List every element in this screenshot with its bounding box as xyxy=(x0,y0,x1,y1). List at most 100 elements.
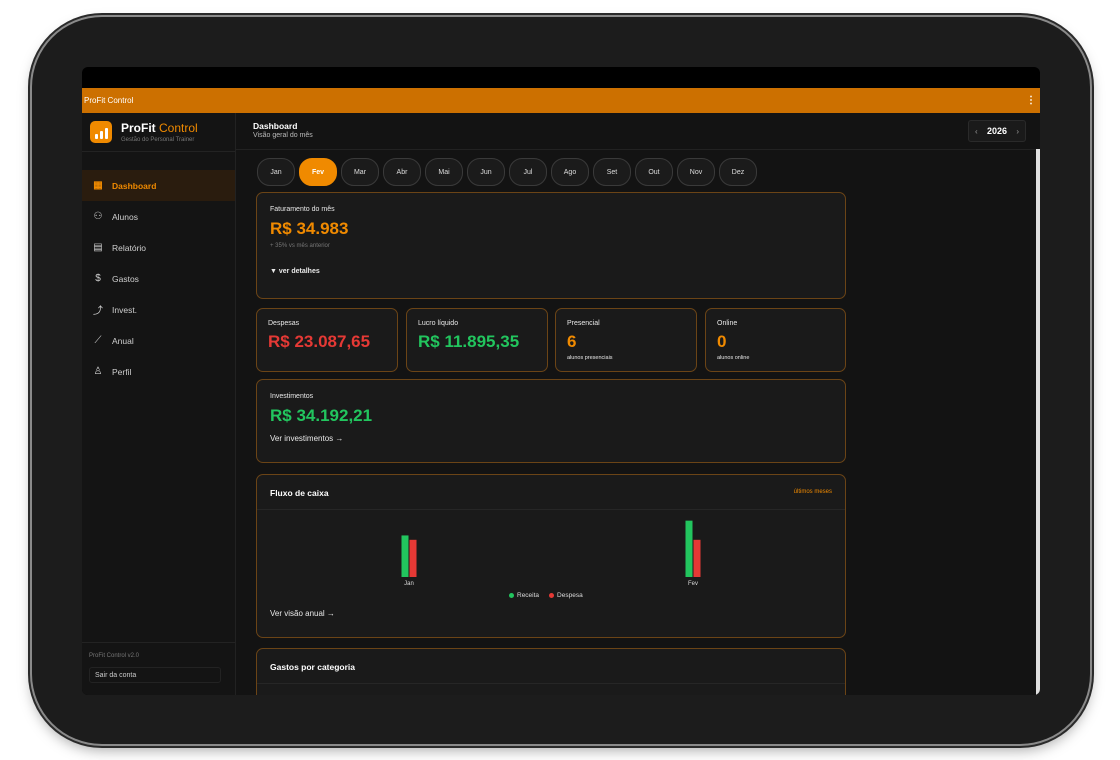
user-plus-icon: ⚇ xyxy=(93,211,103,222)
month-tab-mai[interactable]: Mai xyxy=(425,158,463,186)
net-profit-card: Lucro líquido R$ 11.895,35 xyxy=(406,308,548,372)
cash-flow-chart: Jan Fev xyxy=(401,520,701,587)
online-card: Online 0 alunos online xyxy=(705,308,846,372)
revenue-change: + 35% vs mês anterior xyxy=(270,243,330,249)
sidebar-footer: ProFit Control v2.0 Sair da conta xyxy=(82,642,235,695)
online-sub: alunos online xyxy=(717,355,750,361)
bar-chart-logo-icon xyxy=(90,121,112,143)
month-tab-jan[interactable]: Jan xyxy=(257,158,295,186)
prev-year-button[interactable]: ‹ xyxy=(975,127,978,136)
month-tab-dez[interactable]: Dez xyxy=(719,158,757,186)
cash-flow-card: Fluxo de caixa últimos meses Jan Fev Rece… xyxy=(256,474,846,638)
expenses-by-category-title: Gastos por categoria xyxy=(270,662,356,672)
year-selector: ‹ 2026 › xyxy=(968,120,1026,142)
sidebar-item-label: Alunos xyxy=(112,211,138,222)
sidebar-item-anual[interactable]: ⟋ Anual xyxy=(82,325,235,356)
net-profit-value: R$ 11.895,35 xyxy=(418,332,520,351)
legend-dot-despesa xyxy=(549,592,555,598)
net-profit-label: Lucro líquido xyxy=(418,320,459,327)
sidebar-item-gastos[interactable]: $ Gastos xyxy=(82,263,235,294)
in-person-value: 6 xyxy=(567,332,577,351)
legend-despesa-label: Despesa xyxy=(557,592,583,599)
expenses-by-category-divider xyxy=(257,683,845,684)
revenue-card: Faturamento do mês R$ 34.983 + 35% vs mê… xyxy=(256,192,846,299)
page-title: Dashboard xyxy=(253,121,298,131)
version-label: ProFit Control v2.0 xyxy=(89,653,140,659)
app-title: ProFit Control xyxy=(84,96,134,105)
sidebar-item-label: Dashboard xyxy=(112,180,157,191)
online-label: Online xyxy=(717,320,738,327)
sidebar-item-invest[interactable]: ⤴ Invest. xyxy=(82,294,235,325)
investments-link[interactable]: Ver investimentos → xyxy=(270,434,343,443)
sidebar-item-alunos[interactable]: ⚇ Alunos xyxy=(82,201,235,232)
x-tick-label-jan: Jan xyxy=(404,581,414,587)
month-tab-out[interactable]: Out xyxy=(635,158,673,186)
sidebar-item-label: Invest. xyxy=(112,304,138,315)
investments-card: Investimentos R$ 34.192,21 Ver investime… xyxy=(256,379,846,463)
trending-up-icon: ⤴ xyxy=(93,306,103,317)
month-tab-fev[interactable]: Fev xyxy=(299,158,337,186)
legend-receita-label: Receita xyxy=(517,592,540,599)
sidebar-nav: ▦ Dashboard ⚇ Alunos ▤ Relatório $ Gasto… xyxy=(82,170,235,387)
month-tab-set[interactable]: Set xyxy=(593,158,631,186)
chart-line-icon: ⟋ xyxy=(94,335,102,346)
app-title-bar: ProFit Control ⋮ xyxy=(82,88,1040,113)
in-person-label: Presencial xyxy=(567,320,600,327)
month-tab-jun[interactable]: Jun xyxy=(467,158,505,186)
year-value: 2026 xyxy=(986,126,1008,136)
sidebar-item-label: Anual xyxy=(112,335,134,346)
expenses-value: R$ 23.087,65 xyxy=(268,332,371,351)
bar-receita-jan xyxy=(401,535,409,577)
legend-receita: Receita xyxy=(509,592,539,599)
next-year-button[interactable]: › xyxy=(1016,127,1019,136)
month-tab-nov[interactable]: Nov xyxy=(677,158,715,186)
legend-despesa: Despesa xyxy=(549,592,583,599)
main-content: Dashboard Visão geral do mês ‹ 2026 › Ja… xyxy=(236,113,1040,695)
month-tab-abr[interactable]: Abr xyxy=(383,158,421,186)
brand-name-accent: Control xyxy=(159,121,198,135)
sidebar: ProFit Control Gestão do Personal Traine… xyxy=(82,113,236,695)
month-tabs: Jan Fev Mar Abr Mai Jun Jul Ago Set Out … xyxy=(257,158,757,186)
investments-value: R$ 34.192,21 xyxy=(270,406,373,425)
grid-icon: ▦ xyxy=(93,180,103,191)
scrollbar[interactable] xyxy=(1036,149,1040,695)
page-header: Dashboard Visão geral do mês ‹ 2026 › xyxy=(236,113,1040,150)
user-icon: ♙ xyxy=(93,366,103,377)
annual-view-link[interactable]: Ver visão anual → xyxy=(270,609,335,618)
more-menu-icon[interactable]: ⋮ xyxy=(1026,95,1040,106)
cash-flow-title: Fluxo de caixa xyxy=(270,488,329,498)
in-person-card: Presencial 6 alunos presenciais xyxy=(555,308,697,372)
expenses-card: Despesas R$ 23.087,65 xyxy=(256,308,398,372)
x-tick-label-fev: Fev xyxy=(688,581,698,587)
cash-flow-tag: últimos meses xyxy=(793,489,832,495)
online-value: 0 xyxy=(717,332,727,351)
sidebar-item-label: Relatório xyxy=(112,242,147,253)
brand-name: ProFit Control xyxy=(121,121,198,135)
sidebar-item-relatorio[interactable]: ▤ Relatório xyxy=(82,232,235,263)
chart-legend: Receita Despesa xyxy=(509,592,583,599)
revenue-value: R$ 34.983 xyxy=(270,219,349,238)
bar-despesa-jan xyxy=(409,539,417,577)
logout-button[interactable]: Sair da conta xyxy=(89,667,221,683)
sidebar-item-label: Perfil xyxy=(112,366,132,377)
brand: ProFit Control Gestão do Personal Traine… xyxy=(82,113,235,152)
legend-dot-receita xyxy=(509,592,514,598)
page-subtitle: Visão geral do mês xyxy=(253,132,313,139)
bar-receita-fev xyxy=(685,520,693,577)
brand-name-main: ProFit xyxy=(121,121,156,135)
bar-despesa-fev xyxy=(693,539,701,577)
sidebar-item-dashboard[interactable]: ▦ Dashboard xyxy=(82,170,235,201)
investments-label: Investimentos xyxy=(270,393,314,400)
in-person-sub: alunos presenciais xyxy=(567,355,613,361)
app-screen: ProFit Control ⋮ ProFit Control Gestão d… xyxy=(82,67,1040,695)
month-tab-ago[interactable]: Ago xyxy=(551,158,589,186)
month-tab-jul[interactable]: Jul xyxy=(509,158,547,186)
expenses-label: Despesas xyxy=(268,320,300,327)
revenue-label: Faturamento do mês xyxy=(270,206,335,213)
sidebar-item-perfil[interactable]: ♙ Perfil xyxy=(82,356,235,387)
details-toggle[interactable]: ▼ ver detalhes xyxy=(270,268,320,275)
document-icon: ▤ xyxy=(93,242,103,253)
brand-subtitle: Gestão do Personal Trainer xyxy=(121,137,195,143)
month-tab-mar[interactable]: Mar xyxy=(341,158,379,186)
dollar-icon: $ xyxy=(95,273,101,284)
